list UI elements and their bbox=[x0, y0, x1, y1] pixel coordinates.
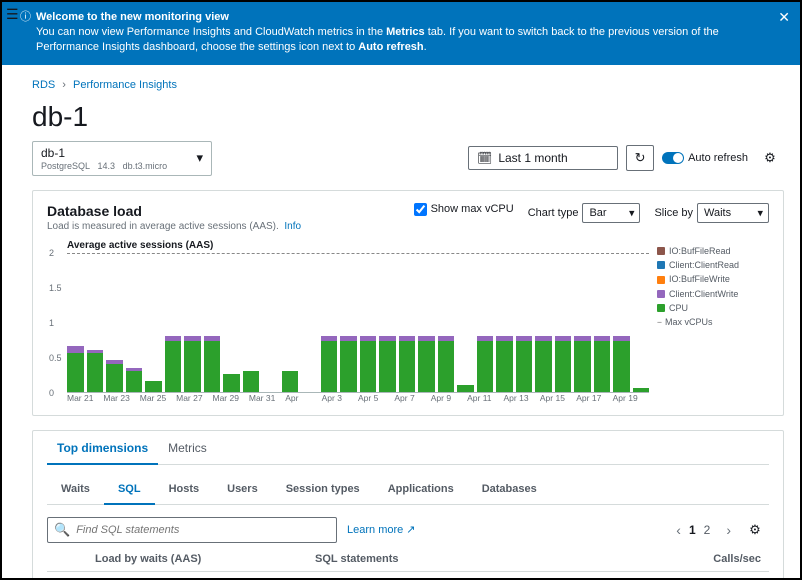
bar bbox=[184, 336, 201, 392]
bar bbox=[243, 371, 260, 392]
subtab-waits[interactable]: Waits bbox=[47, 475, 104, 504]
bar bbox=[457, 385, 474, 392]
breadcrumb-pi: Performance Insights bbox=[73, 79, 177, 91]
tab-metrics[interactable]: Metrics bbox=[158, 431, 217, 464]
page-1[interactable]: 1 bbox=[689, 523, 696, 537]
bar bbox=[516, 336, 533, 392]
bar bbox=[360, 336, 377, 392]
show-max-vcpu-checkbox[interactable]: Show max vCPU bbox=[414, 203, 514, 216]
search-icon: 🔍 bbox=[54, 522, 70, 538]
settings-button[interactable]: ⚙ bbox=[756, 145, 784, 171]
search-input[interactable]: 🔍 bbox=[47, 517, 337, 543]
subtab-session-types[interactable]: Session types bbox=[272, 475, 374, 504]
bar bbox=[633, 388, 650, 392]
info-link[interactable]: Info bbox=[284, 221, 301, 232]
learn-more-link[interactable]: Learn more↗ bbox=[347, 523, 415, 536]
bar bbox=[594, 336, 611, 392]
gear-icon: ⚙ bbox=[749, 522, 761, 538]
bar bbox=[106, 360, 123, 392]
banner-body: You can now view Performance Insights an… bbox=[36, 25, 766, 55]
bar bbox=[477, 336, 494, 392]
legend-item: Client:ClientWrite bbox=[657, 287, 769, 301]
subtab-sql[interactable]: SQL bbox=[104, 475, 155, 505]
bar bbox=[204, 336, 221, 392]
col-calls[interactable]: Calls/sec bbox=[704, 553, 769, 565]
bar bbox=[379, 336, 396, 392]
bar bbox=[340, 336, 357, 392]
slice-by-select[interactable]: Waits▾ bbox=[697, 203, 769, 223]
bar bbox=[535, 336, 552, 392]
info-icon: ⓘ bbox=[20, 10, 31, 25]
refresh-button[interactable]: ↻ bbox=[626, 145, 654, 171]
time-range-select[interactable]: 🗓 Last 1 month bbox=[468, 146, 618, 170]
menu-icon[interactable]: ☰ bbox=[6, 6, 19, 23]
chart-title: Average active sessions (AAS) bbox=[67, 240, 649, 251]
bar bbox=[321, 336, 338, 392]
legend-item: CPU bbox=[657, 301, 769, 315]
gear-icon: ⚙ bbox=[764, 150, 776, 166]
external-link-icon: ↗ bbox=[406, 523, 415, 536]
close-icon[interactable]: ✕ bbox=[778, 8, 790, 27]
table-settings-button[interactable]: ⚙ bbox=[741, 517, 769, 543]
pagination: ‹ 12 › bbox=[676, 522, 731, 538]
caret-down-icon: ▾ bbox=[629, 206, 635, 219]
bar bbox=[165, 336, 182, 392]
legend-item: IO:BufFileRead bbox=[657, 244, 769, 258]
breadcrumb: RDS › Performance Insights bbox=[32, 75, 784, 101]
breadcrumb-rds[interactable]: RDS bbox=[32, 79, 55, 91]
table-row: +0.23SELECT * FROM sales AS s1 JOIN sale… bbox=[47, 572, 769, 580]
banner-title: Welcome to the new monitoring view bbox=[36, 10, 766, 25]
bar bbox=[418, 336, 435, 392]
calendar-icon: 🗓 bbox=[477, 151, 492, 165]
col-load[interactable]: Load by waits (AAS) bbox=[95, 553, 315, 565]
dimensions-panel: Top dimensions Metrics WaitsSQLHostsUser… bbox=[32, 430, 784, 580]
chevron-right-icon: › bbox=[62, 79, 66, 91]
legend-item: IO:BufFileWrite bbox=[657, 272, 769, 286]
bar bbox=[399, 336, 416, 392]
subtab-hosts[interactable]: Hosts bbox=[155, 475, 214, 504]
bar bbox=[87, 350, 104, 392]
database-load-panel: Database load Load is measured in averag… bbox=[32, 190, 784, 416]
bar bbox=[555, 336, 572, 392]
chart-legend: IO:BufFileReadClient:ClientReadIO:BufFil… bbox=[649, 240, 769, 403]
chart-type-select[interactable]: Bar▾ bbox=[582, 203, 640, 223]
caret-down-icon: ▾ bbox=[757, 206, 763, 219]
subtab-users[interactable]: Users bbox=[213, 475, 272, 504]
database-select[interactable]: db-1 PostgreSQL 14.3 db.t3.micro ▾ bbox=[32, 141, 212, 176]
bar bbox=[496, 336, 513, 392]
bar bbox=[223, 374, 240, 392]
page-2[interactable]: 2 bbox=[704, 523, 711, 537]
page-title: db-1 bbox=[32, 101, 784, 133]
next-page[interactable]: › bbox=[726, 522, 731, 538]
bar bbox=[613, 336, 630, 392]
subtab-applications[interactable]: Applications bbox=[374, 475, 468, 504]
auto-refresh-toggle[interactable]: Auto refresh bbox=[662, 152, 748, 164]
bar bbox=[282, 371, 299, 392]
legend-item: --Max vCPUs bbox=[657, 315, 769, 329]
prev-page[interactable]: ‹ bbox=[676, 522, 681, 538]
refresh-icon: ↻ bbox=[635, 150, 646, 166]
bar bbox=[574, 336, 591, 392]
subtab-databases[interactable]: Databases bbox=[468, 475, 551, 504]
bar-chart: 00.511.52 bbox=[67, 253, 649, 393]
legend-item: Client:ClientRead bbox=[657, 258, 769, 272]
bar bbox=[67, 346, 84, 392]
caret-down-icon: ▾ bbox=[196, 150, 203, 166]
bar bbox=[145, 381, 162, 392]
panel-title: Database load bbox=[47, 203, 400, 219]
bar bbox=[126, 368, 143, 391]
tab-top-dimensions[interactable]: Top dimensions bbox=[47, 431, 158, 465]
col-sql[interactable]: SQL statements bbox=[315, 553, 704, 565]
info-banner: ⓘ Welcome to the new monitoring view You… bbox=[2, 2, 800, 65]
bar bbox=[438, 336, 455, 392]
